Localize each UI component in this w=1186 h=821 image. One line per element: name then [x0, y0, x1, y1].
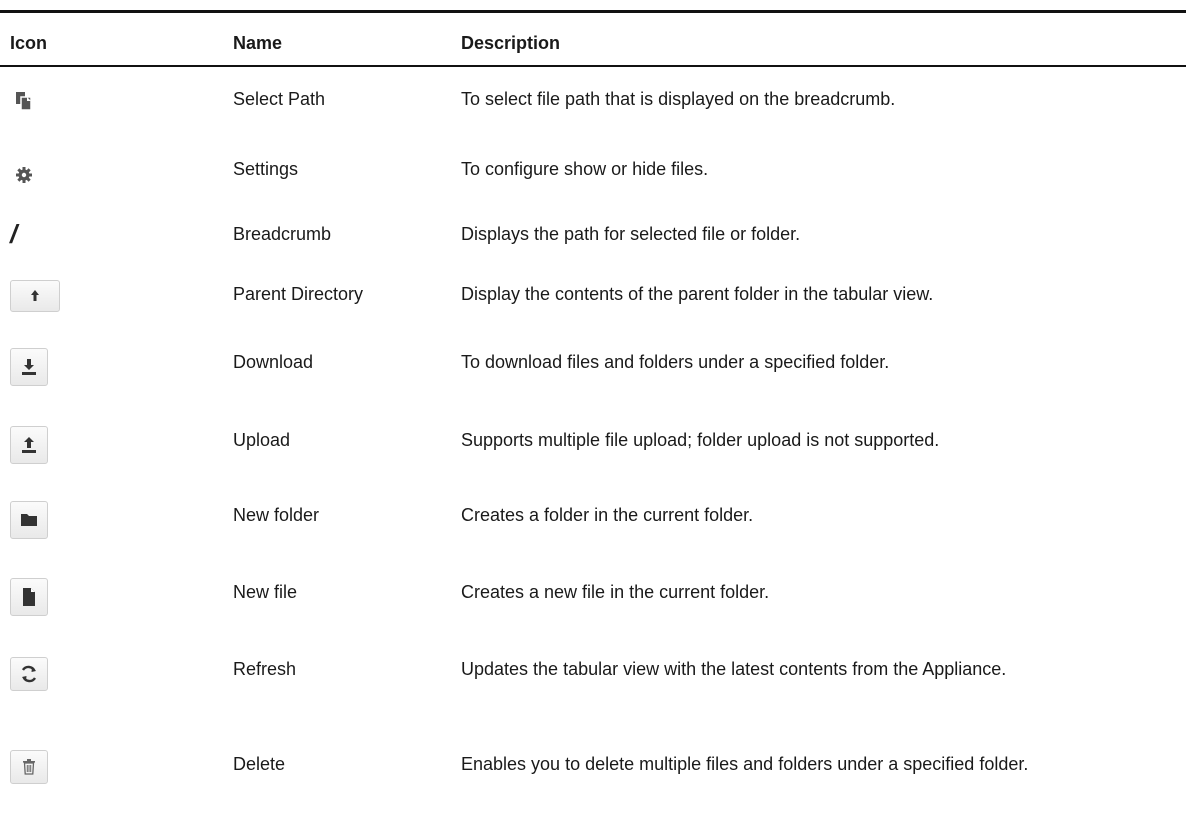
row-name: Upload [233, 430, 291, 450]
gear-icon [10, 161, 38, 189]
row-description: To download files and folders under a sp… [461, 352, 890, 372]
row-description: Updates the tabular view with the latest… [461, 659, 1007, 679]
row-description: Creates a new file in the current folder… [461, 582, 770, 602]
slash-glyph: / [10, 219, 18, 249]
row-name: Select Path [233, 89, 326, 109]
parent-directory-icon[interactable] [10, 280, 60, 312]
folder-icon[interactable] [10, 501, 48, 539]
row-name: Parent Directory [233, 284, 364, 304]
header-name: Name [233, 33, 283, 53]
slash-icon: / [10, 220, 38, 248]
row-name: Delete [233, 754, 286, 774]
row-name: Download [233, 352, 314, 372]
row-name: New folder [233, 505, 320, 525]
download-icon[interactable] [10, 348, 48, 386]
upload-icon[interactable] [10, 426, 48, 464]
copy-path-icon [10, 87, 38, 115]
row-description: Supports multiple file upload; folder up… [461, 430, 940, 450]
row-name: Refresh [233, 659, 297, 679]
row-name: New file [233, 582, 298, 602]
row-description: To configure show or hide files. [461, 159, 709, 179]
header-icon: Icon [10, 33, 48, 53]
row-name: Breadcrumb [233, 224, 332, 244]
refresh-icon[interactable] [10, 657, 48, 691]
row-description: Displays the path for selected file or f… [461, 224, 801, 244]
table-header-rule [0, 65, 1186, 67]
row-description: Enables you to delete multiple files and… [461, 754, 1029, 774]
header-description: Description [461, 33, 561, 53]
trash-icon[interactable] [10, 750, 48, 784]
row-description: To select file path that is displayed on… [461, 89, 896, 109]
row-name: Settings [233, 159, 299, 179]
row-description: Creates a folder in the current folder. [461, 505, 754, 525]
row-description: Display the contents of the parent folde… [461, 284, 934, 304]
file-icon[interactable] [10, 578, 48, 616]
table-header-row: Icon Name Description [0, 13, 1186, 65]
